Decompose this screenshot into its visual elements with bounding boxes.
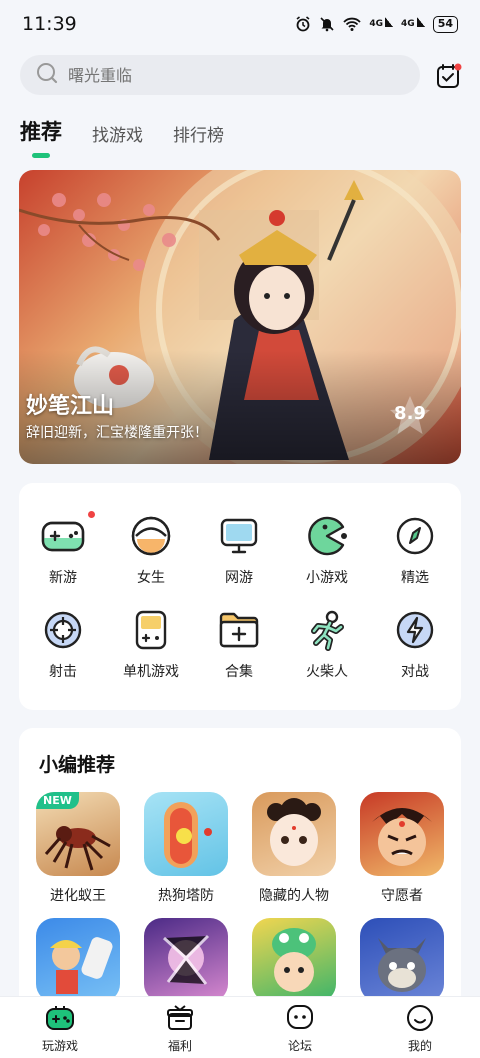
- compass-icon: [392, 513, 438, 559]
- wifi-icon: [343, 16, 362, 32]
- banner-score: 8.9: [394, 403, 426, 424]
- category-label: 射击: [49, 664, 77, 680]
- category-label: 小游戏: [306, 570, 348, 586]
- category-shooting[interactable]: 射击: [20, 607, 106, 681]
- section-title: 小编推荐: [39, 754, 116, 776]
- status-time: 11:39: [22, 13, 77, 35]
- handheld-icon: [128, 607, 174, 653]
- game-thumbnail: [252, 918, 336, 1002]
- status-icons: 4G 4G 54: [295, 15, 458, 33]
- category-label: 网游: [225, 570, 253, 586]
- mute-icon: [319, 16, 335, 32]
- game-name: 进化蚁王: [50, 888, 106, 904]
- game-card[interactable]: 热狗塔防: [141, 792, 231, 905]
- calendar-check-icon[interactable]: [436, 63, 462, 89]
- category-label: 火柴人: [306, 664, 348, 680]
- category-mini-games[interactable]: 小游戏: [284, 513, 370, 587]
- status-bar: 11:39 4G 4G 54: [0, 0, 480, 48]
- game-name: 热狗塔防: [158, 888, 214, 904]
- battery-indicator: 54: [432, 15, 458, 33]
- bottom-nav: 玩游戏 福利 论坛 我的: [0, 996, 480, 1058]
- category-battle[interactable]: 对战: [372, 607, 458, 681]
- category-collections[interactable]: 合集: [196, 607, 282, 681]
- gamepad-nav-icon: [45, 1003, 75, 1033]
- category-label: 新游: [49, 570, 77, 586]
- tab-recommend[interactable]: 推荐: [20, 116, 62, 158]
- category-stickman[interactable]: 火柴人: [284, 607, 370, 681]
- game-name: 隐藏的人物: [259, 888, 329, 904]
- network-2-indicator: 4G: [401, 17, 425, 29]
- pacman-icon: [304, 513, 350, 559]
- banner-subtitle: 辞旧迎新，汇宝楼隆重开张！: [26, 425, 208, 441]
- alarm-icon: [295, 16, 311, 32]
- category-new-games[interactable]: 新游: [20, 511, 106, 587]
- game-thumbnail: [144, 792, 228, 876]
- category-featured[interactable]: 精选: [372, 513, 458, 587]
- top-tabs: 推荐 找游戏 排行榜: [20, 116, 224, 158]
- game-thumbnail: [144, 918, 228, 1002]
- game-thumbnail: [252, 792, 336, 876]
- category-label: 合集: [225, 664, 253, 680]
- search-icon: [36, 62, 58, 88]
- category-grid: 新游 女生 网游 小游戏 精选 射击 单机游戏 合集 火柴人 对战: [19, 483, 461, 710]
- game-card[interactable]: 守愿者: [357, 792, 447, 905]
- search-input[interactable]: [68, 65, 368, 85]
- smile-icon: [405, 1003, 435, 1033]
- banner-score-badge: 8.9: [387, 393, 433, 439]
- lightning-icon: [392, 607, 438, 653]
- chat-icon: [285, 1003, 315, 1033]
- game-thumbnail: [360, 792, 444, 876]
- nav-label: 论坛: [287, 1039, 312, 1053]
- game-card[interactable]: NEW 进化蚁王: [33, 792, 123, 905]
- folder-plus-icon: [216, 607, 262, 653]
- game-name: 守愿者: [381, 888, 423, 904]
- monitor-icon: [216, 513, 262, 559]
- girl-face-icon: [128, 513, 174, 559]
- new-games-dot: [88, 511, 95, 518]
- category-girls[interactable]: 女生: [108, 513, 194, 587]
- tab-ranking[interactable]: 排行榜: [173, 121, 224, 158]
- game-thumbnail: [36, 918, 120, 1002]
- gamepad-icon: [40, 511, 95, 559]
- nav-forum[interactable]: 论坛: [240, 997, 360, 1058]
- nav-me[interactable]: 我的: [360, 997, 480, 1058]
- gift-icon: [165, 1003, 195, 1033]
- nav-label: 我的: [407, 1039, 432, 1053]
- banner-title: 妙笔江山: [26, 394, 115, 419]
- category-label: 精选: [401, 570, 429, 586]
- game-thumbnail: NEW: [36, 792, 120, 876]
- category-single-player[interactable]: 单机游戏: [108, 607, 194, 681]
- network-1-indicator: 4G: [369, 17, 393, 29]
- stickman-icon: [304, 607, 350, 653]
- game-card[interactable]: 隐藏的人物: [249, 792, 339, 905]
- category-label: 单机游戏: [123, 664, 179, 680]
- nav-play-games[interactable]: 玩游戏: [0, 997, 120, 1058]
- category-label: 女生: [137, 570, 165, 586]
- new-badge: NEW: [36, 792, 79, 809]
- nav-label: 玩游戏: [41, 1039, 78, 1053]
- category-online-games[interactable]: 网游: [196, 513, 282, 587]
- category-label: 对战: [401, 664, 429, 680]
- search-row: [20, 55, 462, 95]
- nav-welfare[interactable]: 福利: [120, 997, 240, 1058]
- tab-find-games[interactable]: 找游戏: [92, 121, 143, 158]
- crosshair-icon: [40, 607, 86, 653]
- nav-label: 福利: [167, 1039, 192, 1053]
- search-box[interactable]: [20, 55, 420, 95]
- game-thumbnail: [360, 918, 444, 1002]
